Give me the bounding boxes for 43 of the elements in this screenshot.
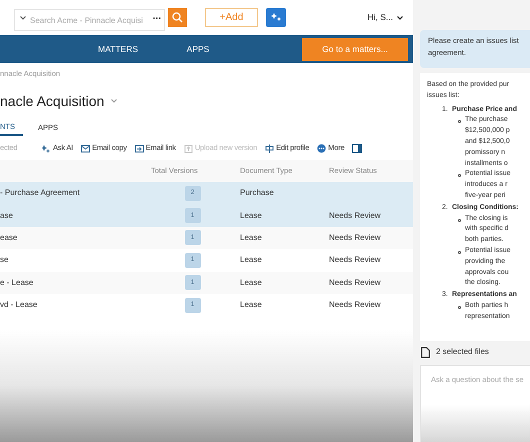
ai-button[interactable]	[266, 8, 286, 27]
pin-icon	[265, 144, 274, 152]
table-cell-text: Lease	[240, 210, 263, 222]
document-name[interactable]: - Purchase Agreement	[0, 187, 145, 200]
document-name[interactable]: e - Lease	[0, 276, 145, 289]
sparkle-icon	[42, 144, 51, 152]
bullet-icon	[458, 174, 461, 178]
table-cell-text: Needs Review	[329, 299, 382, 312]
table-cell-text: Lease	[240, 254, 263, 266]
table-cell-text: Needs Review	[329, 210, 382, 222]
table-cell-text: Needs Review	[329, 232, 382, 244]
user-greeting[interactable]: Hi, S...	[367, 11, 393, 24]
table-cell-text: Needs Review	[329, 254, 382, 266]
document-name[interactable]: vd - Lease	[0, 299, 145, 312]
selected-files-text: 2 selected files	[436, 346, 489, 358]
table-cell-text: Lease	[240, 232, 263, 244]
envelope-arrow-icon	[134, 144, 144, 152]
bullet-icon	[458, 218, 461, 222]
document-name[interactable]: ease	[0, 232, 145, 244]
bullet-icon	[458, 120, 461, 124]
matter-title: nacle Acquisition	[0, 92, 104, 110]
document-name[interactable]: se	[0, 254, 145, 266]
bullet-icon	[458, 306, 461, 309]
table-cell-text: Lease	[240, 276, 263, 289]
search-icon	[172, 12, 183, 23]
file-icon	[421, 346, 430, 358]
document-name[interactable]: ase	[0, 210, 145, 222]
table-cell-text: Needs Review	[329, 276, 382, 289]
envelope-icon	[81, 144, 90, 152]
chevron-down-icon	[397, 16, 403, 20]
sparkle-icon	[270, 13, 282, 22]
nav-link[interactable]: APPS	[178, 42, 218, 56]
table-cell-text: Lease	[240, 299, 263, 312]
bullet-icon	[458, 250, 461, 254]
more-text: ...	[152, 10, 161, 22]
upload-icon	[184, 144, 193, 152]
nav-link[interactable]: MATTERS	[0, 42, 178, 56]
table-cell-text: Purchase	[240, 187, 275, 200]
more-icon	[317, 144, 326, 152]
panel-toggle-icon[interactable]	[352, 144, 362, 152]
search-button[interactable]	[168, 8, 187, 27]
chevron-down-icon	[20, 16, 26, 20]
chevron-down-icon	[111, 99, 118, 103]
